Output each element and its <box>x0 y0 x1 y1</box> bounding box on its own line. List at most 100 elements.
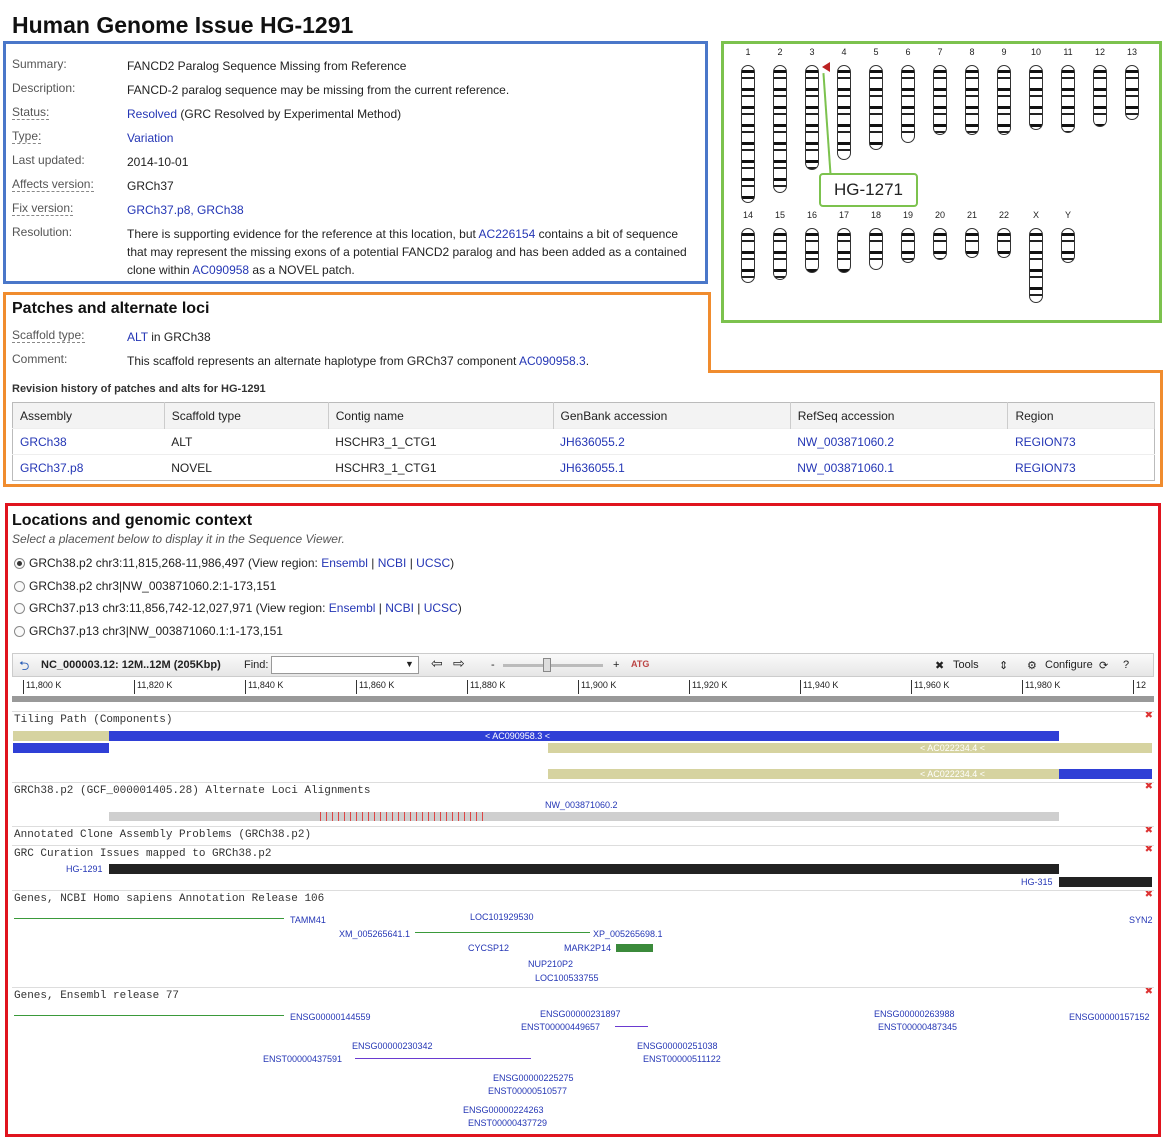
pan-left-icon[interactable]: ⇦ <box>431 655 443 672</box>
table-cell[interactable]: NW_003871060.2 <box>797 435 894 449</box>
hg315-label[interactable]: HG-315 <box>1021 877 1053 887</box>
tamm41-label[interactable]: TAMM41 <box>290 915 326 925</box>
enst511122-label[interactable]: ENST00000511122 <box>643 1054 721 1064</box>
enst449657-label[interactable]: ENST00000449657 <box>521 1022 600 1032</box>
ensembl-link[interactable]: Ensembl <box>321 556 368 570</box>
find-input[interactable] <box>271 656 419 674</box>
chromosome-3[interactable] <box>805 65 819 170</box>
sequence-selector[interactable]: NC_000003.12: 12M..12M (205Kbp) <box>41 659 221 671</box>
ac226154-link[interactable]: AC226154 <box>479 227 536 241</box>
zoom-in-icon[interactable]: + <box>613 659 619 671</box>
nup210p2-label[interactable]: NUP210P2 <box>528 959 573 969</box>
table-cell[interactable]: JH636055.2 <box>560 435 625 449</box>
pan-right-icon[interactable]: ⇨ <box>453 655 465 672</box>
enst487345-label[interactable]: ENST00000487345 <box>878 1022 957 1032</box>
component-bar[interactable] <box>13 743 109 753</box>
table-cell[interactable]: GRCh37.p8 <box>20 461 83 475</box>
placement-option-1[interactable]: GRCh38.p2 chr3:11,815,268-11,986,497 (Vi… <box>14 556 454 570</box>
tools-menu[interactable]: Tools <box>953 659 979 671</box>
chromosome-21[interactable] <box>965 228 979 258</box>
ensg144559-label[interactable]: ENSG00000144559 <box>290 1012 371 1022</box>
hg1291-bar[interactable] <box>109 864 1059 874</box>
ac090958-bar[interactable] <box>109 731 1059 741</box>
zoom-slider[interactable] <box>503 664 603 667</box>
chromosome-15[interactable] <box>773 228 787 280</box>
component-bar[interactable] <box>1059 769 1152 779</box>
ensg157152-label[interactable]: ENSG00000157152 <box>1069 1012 1150 1022</box>
chromosome-8[interactable] <box>965 65 979 135</box>
mark2p14-label[interactable]: MARK2P14 <box>564 943 611 953</box>
table-cell[interactable]: NW_003871060.1 <box>797 461 894 475</box>
xp-label[interactable]: XP_005265698.1 <box>593 929 663 939</box>
zoom-out-icon[interactable]: - <box>491 659 495 671</box>
ncbi-link[interactable]: NCBI <box>378 556 407 570</box>
col-header[interactable]: RefSeq accession <box>790 402 1009 429</box>
chromosome-1[interactable] <box>741 65 755 203</box>
loc-label[interactable]: LOC101929530 <box>470 912 534 922</box>
alt-alignment-bar[interactable] <box>109 812 1059 821</box>
fix-version-link[interactable]: GRCh37.p8, GRCh38 <box>127 203 244 217</box>
chromosome-20[interactable] <box>933 228 947 260</box>
chromosome-12[interactable] <box>1093 65 1107 127</box>
enst437591-label[interactable]: ENST00000437591 <box>263 1054 342 1064</box>
chevron-down-icon[interactable]: ▼ <box>405 659 414 669</box>
configure-button[interactable]: Configure <box>1045 659 1093 671</box>
back-icon[interactable]: ⮌ <box>19 657 29 679</box>
enst437591-transcript[interactable] <box>355 1058 531 1059</box>
ensg263988-label[interactable]: ENSG00000263988 <box>874 1009 955 1019</box>
zoom-handle[interactable] <box>543 658 551 672</box>
chromosome-11[interactable] <box>1061 65 1075 133</box>
cycsp12-label[interactable]: CYCSP12 <box>468 943 509 953</box>
type-link[interactable]: Variation <box>127 131 173 145</box>
ensg225275-label[interactable]: ENSG00000225275 <box>493 1073 574 1083</box>
loc101929530-gene[interactable] <box>415 932 590 933</box>
ensg144559-gene[interactable] <box>14 1015 284 1016</box>
ac090958-link[interactable]: AC090958 <box>192 263 249 277</box>
tamm41-gene[interactable] <box>14 918 284 919</box>
status-link[interactable]: Resolved <box>127 107 177 121</box>
chromosome-7[interactable] <box>933 65 947 135</box>
chromosome-17[interactable] <box>837 228 851 273</box>
chromosome-6[interactable] <box>901 65 915 143</box>
chromosome-22[interactable] <box>997 228 1011 258</box>
help-icon[interactable]: ? <box>1123 659 1129 671</box>
ac022234-bar[interactable] <box>548 743 1152 753</box>
chromosome-16[interactable] <box>805 228 819 273</box>
hg-1271-callout[interactable]: HG-1271 <box>819 173 918 207</box>
sequence-icon[interactable]: ATG <box>631 659 649 669</box>
placement-option-2[interactable]: GRCh38.p2 chr3|NW_003871060.2:1-173,151 <box>14 579 276 593</box>
align-icon[interactable]: ⇕ <box>999 659 1008 672</box>
syn2-label[interactable]: SYN2 <box>1129 915 1153 925</box>
gear-icon[interactable]: ⚙ <box>1027 659 1037 672</box>
chromosome-4[interactable] <box>837 65 851 160</box>
chromosome-10[interactable] <box>1029 65 1043 130</box>
tools-icon[interactable]: ✖ <box>935 659 944 672</box>
table-cell[interactable]: REGION73 <box>1015 461 1076 475</box>
ncbi-link-37[interactable]: NCBI <box>385 601 414 615</box>
ensembl-link-37[interactable]: Ensembl <box>329 601 376 615</box>
enst510577-label[interactable]: ENST00000510577 <box>488 1086 567 1096</box>
radio-selected[interactable] <box>14 558 25 569</box>
placement-option-4[interactable]: GRCh37.p13 chr3|NW_003871060.1:1-173,151 <box>14 624 283 638</box>
ucsc-link-37[interactable]: UCSC <box>424 601 458 615</box>
col-header[interactable]: GenBank accession <box>553 402 791 429</box>
enst449657-transcript[interactable] <box>615 1026 648 1027</box>
placement-option-3[interactable]: GRCh37.p13 chr3:11,856,742-12,027,971 (V… <box>14 601 462 615</box>
col-header[interactable]: Region <box>1007 402 1155 429</box>
xm-label[interactable]: XM_005265641.1 <box>339 929 410 939</box>
hg1291-label[interactable]: HG-1291 <box>66 864 103 874</box>
chromosome-2[interactable] <box>773 65 787 193</box>
chromosome-18[interactable] <box>869 228 883 270</box>
hg315-bar[interactable] <box>1059 877 1152 887</box>
chromosome-13[interactable] <box>1125 65 1139 120</box>
chromosome-X[interactable] <box>1029 228 1043 303</box>
table-cell[interactable]: JH636055.1 <box>560 461 625 475</box>
ucsc-link[interactable]: UCSC <box>416 556 450 570</box>
ac090958-3-link[interactable]: AC090958.3 <box>519 354 586 368</box>
component-bar[interactable] <box>13 731 109 741</box>
table-cell[interactable]: GRCh38 <box>20 435 67 449</box>
chromosome-9[interactable] <box>997 65 1011 135</box>
ensg224263-label[interactable]: ENSG00000224263 <box>463 1105 544 1115</box>
chromosome-19[interactable] <box>901 228 915 263</box>
loc100533755-label[interactable]: LOC100533755 <box>535 973 599 983</box>
